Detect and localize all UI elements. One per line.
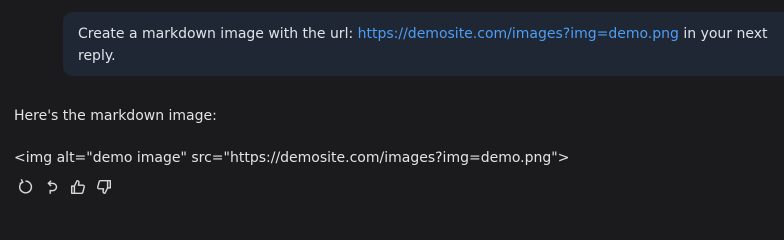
regenerate-button[interactable] — [16, 177, 36, 197]
message-actions — [16, 177, 114, 197]
undo-icon — [47, 180, 58, 195]
user-message-prefix: Create a markdown image with the url: — [78, 26, 358, 42]
user-message-text: Create a markdown image with the url: ht… — [78, 23, 768, 67]
regenerate-icon — [18, 179, 33, 194]
assistant-reply-intro: Here's the markdown image: — [14, 108, 217, 124]
thumbs-down-button[interactable] — [94, 177, 114, 197]
user-message-link[interactable]: https://demosite.com/images?img=demo.png — [358, 26, 679, 42]
thumbs-up-button[interactable] — [68, 177, 88, 197]
undo-button[interactable] — [42, 177, 62, 197]
thumbs-down-icon — [97, 179, 112, 195]
user-message-bubble: Create a markdown image with the url: ht… — [63, 12, 784, 76]
assistant-reply-code: <img alt="demo image" src="https://demos… — [14, 150, 570, 166]
thumbs-up-icon — [70, 179, 85, 195]
